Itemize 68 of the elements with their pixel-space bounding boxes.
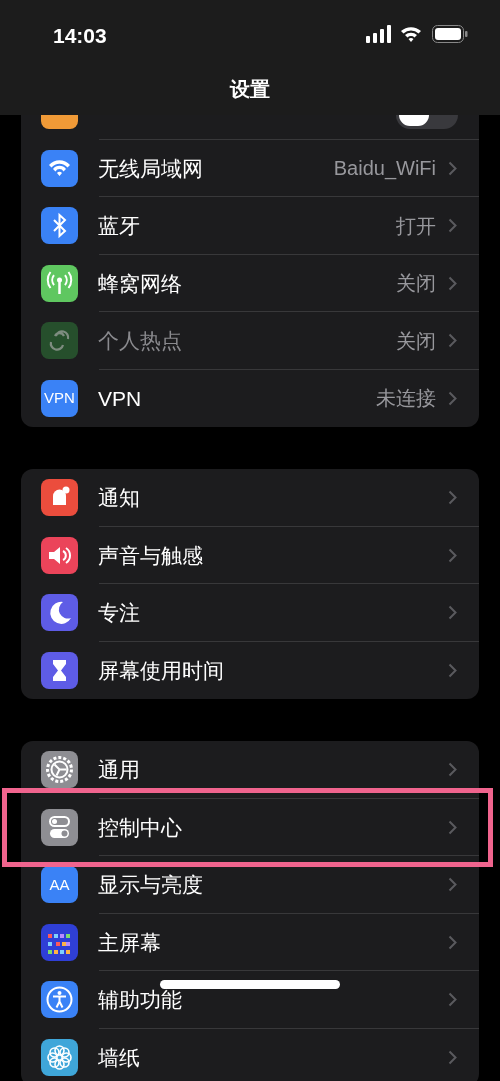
chevron-icon	[448, 934, 457, 950]
chevron-icon	[448, 605, 457, 621]
row-value: 打开	[396, 213, 436, 239]
settings-row[interactable]: 主屏幕	[21, 913, 479, 971]
row-label: 控制中心	[98, 814, 182, 841]
toggles-icon	[41, 808, 78, 846]
settings-row[interactable]: 控制中心	[21, 798, 479, 856]
row-label: 声音与触感	[98, 542, 203, 569]
row-label: 墙纸	[98, 1044, 140, 1071]
chevron-icon	[448, 877, 457, 893]
vpn-icon: VPN	[41, 379, 78, 417]
signal-icon	[366, 25, 392, 43]
settings-row[interactable]: 屏幕使用时间	[21, 641, 479, 699]
chevron-icon	[448, 762, 457, 778]
chevron-icon	[448, 333, 457, 349]
row-label: 显示与亮度	[98, 872, 203, 898]
page-title: 设置	[228, 77, 271, 102]
grid-icon	[41, 923, 78, 961]
row-label: 辅助功能	[98, 987, 182, 1013]
text-size-icon: AA	[41, 866, 78, 904]
antenna-icon	[41, 264, 78, 302]
chevron-icon	[448, 390, 457, 406]
row-label: 蜂窝网络	[98, 270, 182, 297]
settings-row[interactable]: 无线局域网 Baidu_WiFi	[21, 139, 479, 197]
settings-row[interactable]: 蜂窝网络 关闭	[21, 254, 479, 312]
wifi-icon	[400, 25, 422, 42]
flower-icon	[41, 1038, 78, 1076]
bluetooth-icon	[41, 207, 78, 245]
settings-row[interactable]: 专注	[21, 584, 479, 642]
gear-icon	[41, 751, 78, 789]
battery-icon	[432, 25, 468, 43]
settings-row[interactable]: 通用	[21, 741, 479, 799]
chevron-icon	[448, 218, 457, 234]
chevron-icon	[448, 547, 457, 563]
accessibility-icon	[41, 981, 78, 1019]
row-label: 个人热点	[98, 328, 182, 354]
row-label: 屏幕使用时间	[98, 657, 224, 684]
status-time: 14:03	[53, 23, 107, 49]
chevron-icon	[448, 490, 457, 506]
row-label: 通知	[98, 485, 140, 511]
row-label: 通用	[98, 757, 140, 783]
wifi-icon	[41, 149, 78, 187]
app-icon	[41, 115, 78, 129]
row-label: 主屏幕	[98, 929, 161, 956]
settings-row[interactable]: VPN VPN 未连接	[21, 369, 479, 427]
row-value: 关闭	[396, 328, 436, 354]
chevron-icon	[448, 160, 457, 176]
row-label: 专注	[98, 600, 140, 626]
row-value: Baidu_WiFi	[333, 156, 436, 182]
settings-row[interactable]: 蓝牙 打开	[21, 197, 479, 255]
speaker-icon	[41, 536, 78, 574]
chevron-icon	[448, 992, 457, 1008]
chevron-icon	[448, 1049, 457, 1065]
hourglass-icon	[41, 651, 78, 689]
settings-row[interactable]: 通知	[21, 469, 479, 527]
row-label: 无线局域网	[98, 155, 203, 182]
chevron-icon	[448, 662, 457, 678]
toggle-switch[interactable]	[396, 115, 458, 129]
row-value: 关闭	[396, 271, 436, 297]
row-label: 蓝牙	[98, 213, 140, 239]
chevron-icon	[448, 275, 457, 291]
chevron-icon	[448, 819, 457, 835]
settings-row[interactable]: 墙纸	[21, 1028, 479, 1081]
settings-row[interactable]: AA 显示与亮度	[21, 856, 479, 914]
row-label: VPN	[98, 385, 142, 412]
settings-row[interactable]: 声音与触感	[21, 526, 479, 584]
row-value: 未连接	[376, 386, 436, 412]
moon-icon	[41, 594, 78, 632]
